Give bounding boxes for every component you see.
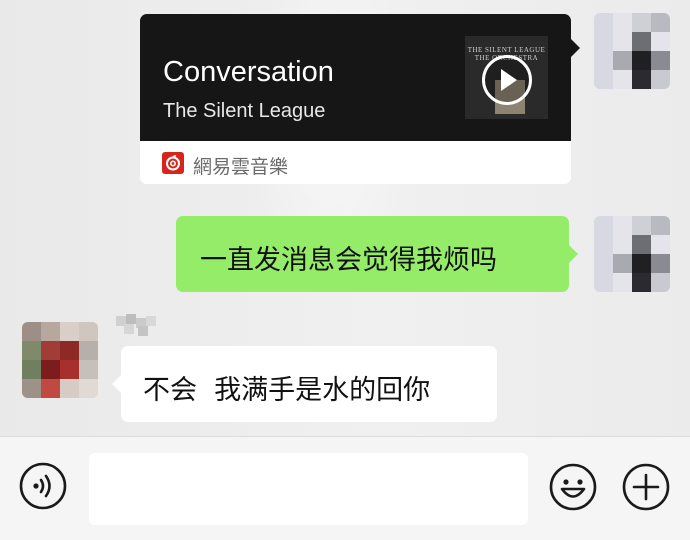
bubble-tail [569,245,578,263]
song-artist: The Silent League [163,100,326,122]
bubble-tail [112,375,121,393]
emoji-icon[interactable] [548,462,598,512]
album-cover: THE SILENT LEAGUE THE ORCHESTRA [465,36,548,119]
song-title: Conversation [163,56,334,88]
play-icon[interactable] [482,55,532,105]
sent-message-bubble[interactable]: 一直发消息会觉得我烦吗 [176,216,578,292]
plus-icon[interactable] [621,462,671,512]
message-input[interactable] [89,453,528,525]
contact-avatar[interactable] [22,322,98,398]
voice-icon[interactable] [19,462,67,510]
sent-message-text: 一直发消息会觉得我烦吗 [200,245,497,276]
netease-cloud-music-icon [162,152,184,174]
self-avatar[interactable] [594,13,670,89]
self-avatar[interactable] [594,216,670,292]
received-message-text: 不会 我满手是水的回你 [143,375,431,406]
music-source-name: 網易雲音樂 [193,156,289,178]
received-message-bubble[interactable]: 不会 我满手是水的回你 [112,346,497,422]
contact-nickname-blurred [116,314,160,336]
music-share-card[interactable]: Conversation The Silent League THE SILEN… [140,14,571,184]
music-card-tail [571,39,580,57]
